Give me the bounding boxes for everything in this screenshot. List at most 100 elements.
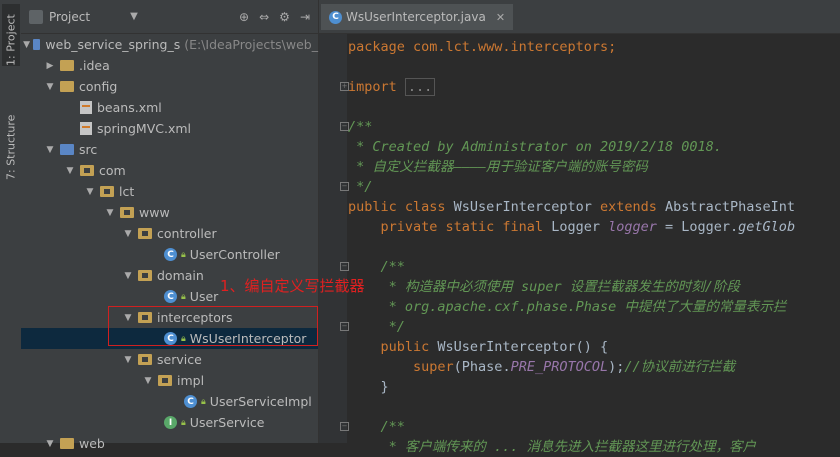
code-area[interactable]: package com.lct.www.interceptors; import… xyxy=(348,37,795,457)
tree-item-web[interactable]: ▼ web xyxy=(21,433,318,454)
code-line: */ xyxy=(348,319,405,335)
code-line: public WsUserInterceptor() { xyxy=(348,337,795,357)
project-tool-tab[interactable]: 1: Project xyxy=(2,4,20,66)
xml-file-icon xyxy=(80,101,92,114)
tree-item-beans-xml[interactable]: beans.xml xyxy=(21,97,318,118)
package-icon xyxy=(120,207,134,218)
structure-tool-tab[interactable]: 7: Structure xyxy=(2,100,20,180)
expand-arrow-icon[interactable]: ▼ xyxy=(121,313,135,323)
expand-arrow-icon[interactable]: ▼ xyxy=(43,145,57,155)
code-line: public class WsUserInterceptor extends A… xyxy=(348,197,795,217)
left-tool-strip: 1: Project 7: Structure xyxy=(0,0,22,443)
expand-arrow-icon[interactable]: ▼ xyxy=(121,229,135,239)
package-statement: package com.lct.www.interceptors; xyxy=(348,39,617,55)
code-token: WsUserInterceptor() { xyxy=(429,339,609,355)
tree-item-label: UserService xyxy=(189,415,265,430)
class-icon: C xyxy=(184,395,197,408)
expand-arrow-icon[interactable]: ▼ xyxy=(121,355,135,365)
import-keyword: import xyxy=(348,79,397,95)
tree-item-service[interactable]: ▼ service xyxy=(21,349,318,370)
tree-item-wsuserinterceptor[interactable]: C 🔒︎ WsUserInterceptor xyxy=(21,328,318,349)
tree-item-usercontroller[interactable]: C 🔒︎ UserController xyxy=(21,244,318,265)
package-icon xyxy=(80,165,94,176)
settings-gear-icon[interactable]: ⚙ xyxy=(279,10,290,24)
tree-item-userservice[interactable]: I 🔒︎ UserService xyxy=(21,412,318,433)
project-tool-label: 1: Project xyxy=(4,14,18,66)
tree-item-idea[interactable]: ▶ .idea xyxy=(21,55,318,76)
tree-item-label: src xyxy=(79,142,98,157)
code-line: * 自定义拦截器————用于验证客户端的账号密码 xyxy=(348,159,648,175)
code-token: super xyxy=(348,359,454,375)
package-icon xyxy=(138,312,152,323)
tree-item-label: UserController xyxy=(189,247,280,262)
code-line: } xyxy=(348,379,389,395)
code-editor: C WsUserInterceptor.java ✕ + − − − − − p… xyxy=(319,0,840,455)
tab-label: WsUserInterceptor.java xyxy=(346,10,486,24)
tree-item-label: WsUserInterceptor xyxy=(189,331,307,346)
hide-panel-icon[interactable]: ⇥ xyxy=(300,10,310,24)
code-token: public xyxy=(348,339,430,355)
tree-item-interceptors[interactable]: ▼ interceptors xyxy=(21,307,318,328)
project-panel-header: Project ▼ ⊕ ⇔ ⚙ ⇥ xyxy=(21,0,318,34)
tree-item-config[interactable]: ▼ config xyxy=(21,76,318,97)
code-token: extends xyxy=(599,199,657,215)
code-token: //协议前进行拦截 xyxy=(624,359,736,375)
editor-tab-wsuserinterceptor[interactable]: C WsUserInterceptor.java ✕ xyxy=(321,4,514,30)
expand-arrow-icon[interactable]: ▼ xyxy=(23,40,30,50)
collapse-arrow-icon[interactable]: ▶ xyxy=(43,61,57,71)
tree-item-impl[interactable]: ▼ impl xyxy=(21,370,318,391)
package-icon xyxy=(138,354,152,365)
structure-tool-label: 7: Structure xyxy=(4,114,18,180)
tree-item-controller[interactable]: ▼ controller xyxy=(21,223,318,244)
expand-arrow-icon[interactable]: ▼ xyxy=(63,166,77,176)
code-token: WsUserInterceptor xyxy=(445,199,600,215)
tree-item-label: config xyxy=(79,79,118,94)
code-token: logger xyxy=(608,219,657,235)
lock-icon: 🔒︎ xyxy=(201,396,206,407)
tree-item-label: beans.xml xyxy=(97,100,162,115)
code-token: private static final xyxy=(348,219,544,235)
tree-item-src[interactable]: ▼ src xyxy=(21,139,318,160)
tree-item-module[interactable]: ▼ web_service_spring_s (E:\IdeaProjects\we… xyxy=(21,34,318,55)
tree-item-label: interceptors xyxy=(157,310,233,325)
module-path: (E:\IdeaProjects\web_ xyxy=(184,37,318,52)
tree-item-label: lct xyxy=(119,184,135,199)
tree-item-springmvc-xml[interactable]: springMVC.xml xyxy=(21,118,318,139)
close-icon[interactable]: ✕ xyxy=(496,11,505,24)
code-line: package com.lct.www.interceptors; xyxy=(348,37,795,57)
expand-arrow-icon[interactable]: ▼ xyxy=(141,376,155,386)
scroll-from-source-icon[interactable]: ⊕ xyxy=(239,10,249,24)
expand-arrow-icon[interactable]: ▼ xyxy=(43,82,57,92)
expand-arrow-icon[interactable]: ▼ xyxy=(43,439,57,449)
project-view-selector[interactable]: Project xyxy=(49,10,90,24)
folded-imports[interactable]: ... xyxy=(404,78,436,96)
lock-icon: 🔒︎ xyxy=(181,417,186,428)
chevron-down-icon[interactable]: ▼ xyxy=(130,11,138,22)
tree-item-com[interactable]: ▼ com xyxy=(21,160,318,181)
expand-arrow-icon[interactable]: ▼ xyxy=(103,208,117,218)
tree-item-www[interactable]: ▼ www xyxy=(21,202,318,223)
tree-item-userserviceimpl[interactable]: C 🔒︎ UserServiceImpl xyxy=(21,391,318,412)
annotation-label: 1、编自定义写拦截器 xyxy=(220,277,365,295)
expand-arrow-icon[interactable]: ▼ xyxy=(83,187,97,197)
tree-item-label: com xyxy=(99,163,126,178)
code-line: */ xyxy=(348,179,373,195)
tree-item-label: impl xyxy=(177,373,205,388)
tree-item-label: domain xyxy=(157,268,204,283)
folder-icon xyxy=(60,60,74,71)
tree-item-label: .idea xyxy=(79,58,110,73)
interface-icon: I xyxy=(164,416,177,429)
tree-item-label: UserServiceImpl xyxy=(209,394,312,409)
package-icon xyxy=(138,228,152,239)
class-icon: C xyxy=(164,290,177,303)
code-token: Logger xyxy=(543,219,609,235)
tree-item-label: www xyxy=(139,205,170,220)
tree-item-label: web_service_spring_s xyxy=(45,37,181,52)
lock-icon: 🔒︎ xyxy=(181,333,186,344)
tree-item-label: springMVC.xml xyxy=(97,121,192,136)
expand-arrow-icon[interactable]: ▼ xyxy=(121,271,135,281)
tree-item-lct[interactable]: ▼ lct xyxy=(21,181,318,202)
source-folder-icon xyxy=(60,144,74,155)
code-token: (Phase. xyxy=(453,359,511,375)
collapse-all-icon[interactable]: ⇔ xyxy=(259,10,269,24)
